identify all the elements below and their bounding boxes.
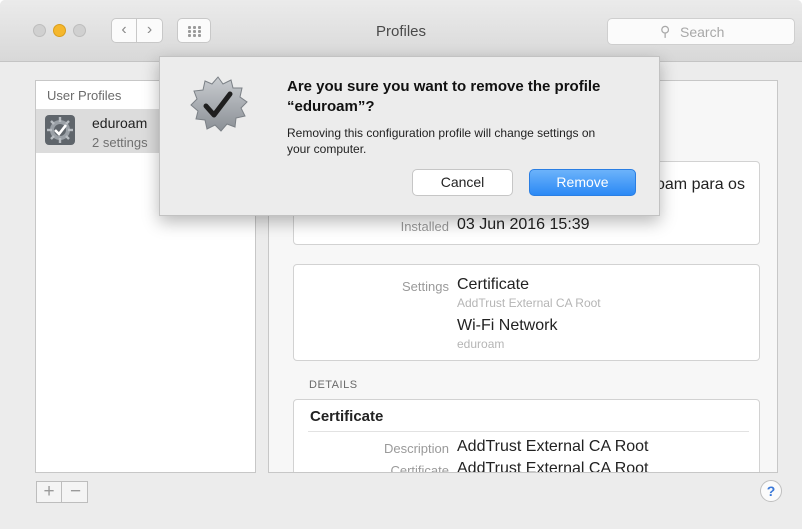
settings-box: Settings Certificate AddTrust External C… [293,264,760,361]
divider [308,431,749,432]
cancel-button[interactable]: Cancel [412,169,513,196]
remove-profile-dialog: Are you sure you want to remove the prof… [159,56,660,216]
gear-checkmark-icon [45,115,75,145]
add-remove-control: + − [36,481,88,503]
search-placeholder: Search [680,24,725,40]
help-button[interactable]: ? [760,480,782,502]
details-heading: DETAILS [309,379,358,391]
installed-label: Installed [400,219,449,234]
certificate-box: Certificate Description AddTrust Externa… [293,399,760,473]
installed-value: 03 Jun 2016 15:39 [457,216,590,233]
title-bar: ‹ › Profiles ⚲ Search [0,0,802,62]
description-text: oam para os [656,176,745,193]
description-value: AddTrust External CA Root [457,438,649,455]
checkmark-badge-icon [190,76,248,132]
certificate-value: AddTrust External CA Root [457,460,649,473]
certificate-label: Certificate [390,463,449,473]
sidebar-header: User Profiles [47,88,122,103]
setting-name: Wi-Fi Network [457,317,558,334]
description-label: Description [383,441,449,456]
add-profile-button[interactable]: + [37,482,62,502]
search-icon: ⚲ [660,23,671,39]
settings-label: Settings [402,279,449,294]
profile-name: eduroam [92,115,148,131]
setting-sub: eduroam [457,337,505,351]
system-preferences-window: ‹ › Profiles ⚲ Search User Profiles edur… [0,0,802,529]
dialog-message: Removing this configuration profile will… [287,126,596,156]
remove-button[interactable]: Remove [529,169,636,196]
remove-profile-button[interactable]: − [63,482,88,502]
setting-sub: AddTrust External CA Root [457,296,601,310]
search-field[interactable]: ⚲ Search [607,18,795,45]
dialog-title: Are you sure you want to remove the prof… [287,78,601,115]
certificate-title: Certificate [310,408,384,425]
setting-name: Certificate [457,276,530,293]
profile-settings-count: 2 settings [92,135,148,150]
